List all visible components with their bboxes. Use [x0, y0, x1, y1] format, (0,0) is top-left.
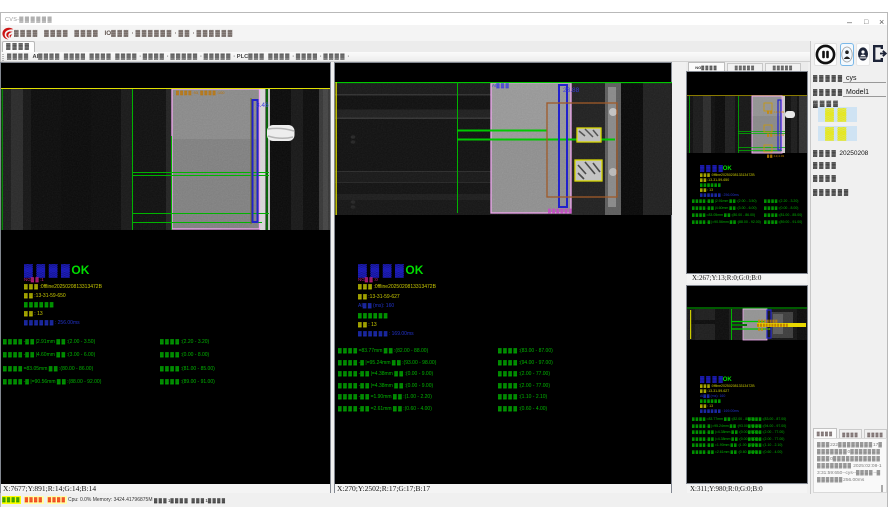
- svg-text:23.88: 23.88: [563, 87, 580, 94]
- svg-text:3.46: 3.46: [256, 102, 269, 109]
